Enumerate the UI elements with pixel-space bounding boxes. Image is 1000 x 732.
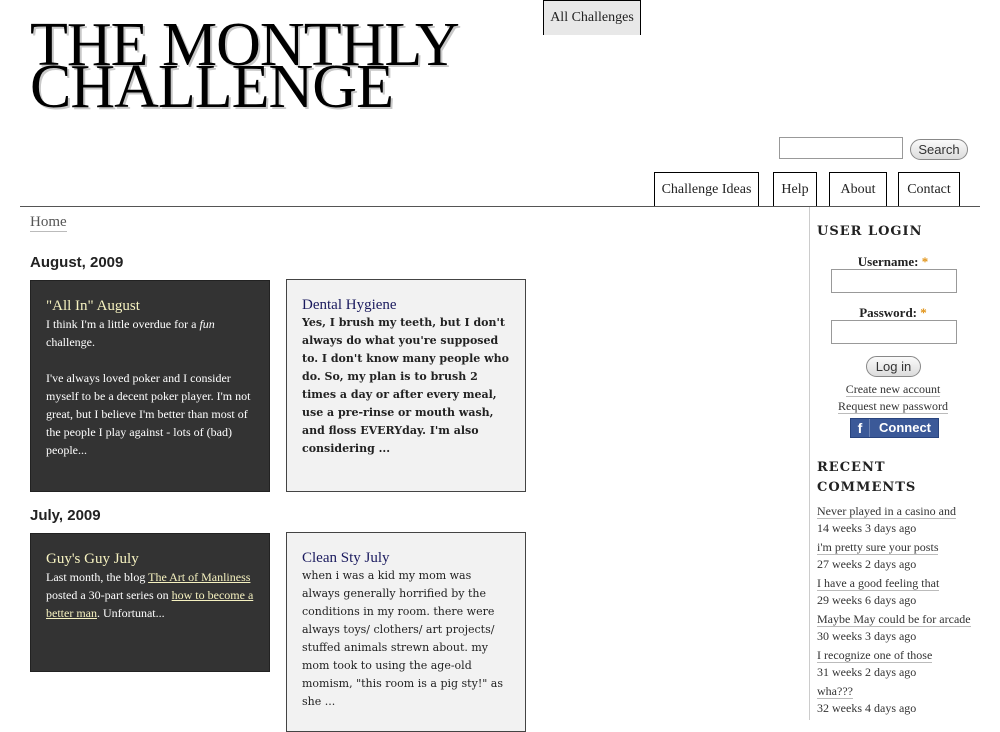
comment-link[interactable]: Maybe May could be for arcade [817, 612, 971, 627]
post-teaser-text: I think I'm a little overdue for a [46, 317, 200, 331]
create-account-link-text[interactable]: Create new account [845, 382, 941, 397]
tab-contact[interactable]: Contact [898, 172, 960, 207]
comment-item: Maybe May could be for arcade 30 weeks 3… [817, 610, 977, 644]
comment-item: Never played in a casino and 14 weeks 3 … [817, 502, 977, 536]
comment-item: wha??? 32 weeks 4 days ago [817, 682, 977, 716]
user-login-heading: USER LOGIN [817, 224, 923, 239]
tab-about[interactable]: About [829, 172, 887, 207]
recent-comments-list: Never played in a casino and 14 weeks 3 … [817, 502, 977, 718]
post-teaser: I think I'm a little overdue for a fun c… [46, 315, 254, 459]
comment-timestamp: 29 weeks 6 days ago [817, 593, 917, 607]
required-marker: * [921, 254, 929, 269]
post-teaser-text: challenge. I've always loved poker and I… [46, 335, 251, 457]
comment-timestamp: 31 weeks 2 days ago [817, 665, 917, 679]
post-title[interactable]: Guy's Guy July [46, 550, 254, 568]
post-teaser-text: Last month, the blog [46, 570, 149, 584]
comment-link[interactable]: i'm pretty sure your posts [817, 540, 939, 555]
recent-comments-heading-line1: RECENT [817, 460, 886, 475]
facebook-connect-label: Connect [879, 420, 931, 435]
comment-link[interactable]: Never played in a casino and [817, 504, 956, 519]
tab-help[interactable]: Help [773, 172, 817, 207]
post-card-dental-hygiene[interactable]: Dental Hygiene Yes, I brush my teeth, bu… [286, 279, 526, 492]
post-teaser-text: . Unfortunat... [96, 606, 165, 620]
password-label-text: Password: [859, 305, 918, 320]
tab-challenge-ideas[interactable]: Challenge Ideas [654, 172, 759, 207]
comment-timestamp: 32 weeks 4 days ago [817, 701, 917, 715]
request-password-link-text[interactable]: Request new password [838, 399, 948, 414]
comment-item: I recognize one of those 31 weeks 2 days… [817, 646, 977, 680]
month-heading-august: August, 2009 [30, 254, 124, 271]
post-teaser-emphasis: fun [199, 317, 215, 331]
search-input[interactable] [779, 137, 903, 159]
comment-item: I have a good feeling that 29 weeks 6 da… [817, 574, 977, 608]
facebook-connect-button[interactable]: f Connect [850, 418, 939, 438]
post-title[interactable]: "All In" August [46, 297, 254, 315]
post-title[interactable]: Clean Sty July [302, 549, 510, 567]
sidebar-divider [809, 207, 810, 720]
comment-link[interactable]: I have a good feeling that [817, 576, 940, 591]
site-title[interactable]: THE MONTHLY CHALLENGE [30, 14, 460, 118]
password-field[interactable] [831, 320, 957, 344]
facebook-icon: f [851, 419, 870, 437]
post-title[interactable]: Dental Hygiene [302, 296, 510, 314]
post-card-clean-sty-july[interactable]: Clean Sty July when i was a kid my mom w… [286, 532, 526, 732]
comment-timestamp: 27 weeks 2 days ago [817, 557, 917, 571]
comment-item: i'm pretty sure your posts 27 weeks 2 da… [817, 538, 977, 572]
post-teaser-text: posted a 30-part series on [46, 588, 172, 602]
request-password-link[interactable]: Request new password [817, 399, 969, 414]
post-teaser: Last month, the blog The Art of Manlines… [46, 568, 254, 622]
post-teaser: Yes, I brush my teeth, but I don't alway… [302, 316, 509, 455]
link-art-of-manliness[interactable]: The Art of Manliness [148, 570, 250, 584]
login-button[interactable]: Log in [866, 356, 921, 377]
breadcrumb-home[interactable]: Home [30, 214, 67, 232]
tab-all-challenges[interactable]: All Challenges [543, 0, 641, 35]
comment-timestamp: 30 weeks 3 days ago [817, 629, 917, 643]
required-marker: * [920, 305, 927, 320]
create-account-link[interactable]: Create new account [817, 382, 969, 397]
post-card-guys-guy-july[interactable]: Guy's Guy July Last month, the blog The … [30, 533, 270, 672]
username-label-text: Username: [857, 254, 919, 269]
username-field[interactable] [831, 269, 957, 293]
month-heading-july: July, 2009 [30, 507, 101, 524]
username-label: Username: * [817, 254, 969, 270]
post-card-all-in-august[interactable]: "All In" August I think I'm a little ove… [30, 280, 270, 492]
search-button[interactable]: Search [910, 139, 968, 160]
recent-comments-heading: RECENT COMMENTS [817, 458, 916, 498]
nav-divider [20, 206, 980, 207]
password-label: Password: * [817, 305, 969, 321]
comment-timestamp: 14 weeks 3 days ago [817, 521, 917, 535]
recent-comments-heading-line2: COMMENTS [817, 480, 917, 495]
comment-link[interactable]: I recognize one of those [817, 648, 933, 663]
comment-link[interactable]: wha??? [817, 684, 853, 699]
post-teaser: when i was a kid my mom was always gener… [302, 569, 503, 708]
